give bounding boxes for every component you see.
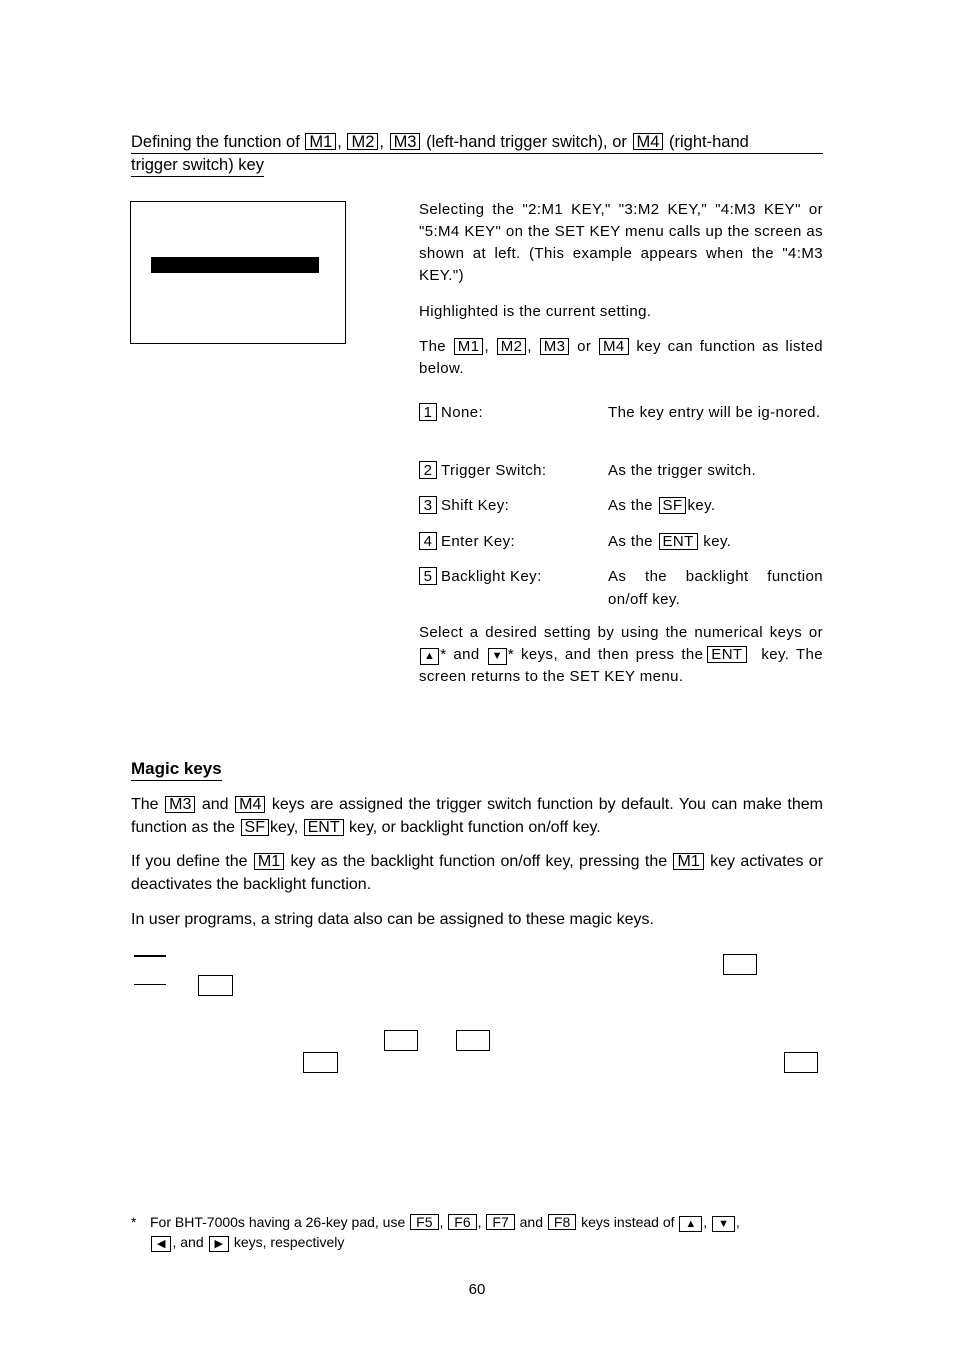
down-arrow-key-icon: ▼	[712, 1216, 735, 1232]
option-label: Backlight Key:	[441, 568, 542, 585]
option-desc: As the trigger switch.	[608, 462, 757, 479]
magic-paragraph-2: If you define the M1 key as the backligh…	[131, 851, 823, 896]
note-rule-thin	[134, 984, 166, 985]
text: key.	[703, 533, 732, 550]
screen-illustration	[130, 201, 346, 344]
select-paragraph: Select a desired setting by using the nu…	[419, 622, 823, 688]
blank-key-box	[384, 1030, 418, 1051]
up-arrow-key-icon: ▲	[420, 648, 440, 665]
option-number: 2	[419, 461, 437, 479]
text: If you define the	[131, 853, 248, 870]
option-label: Trigger Switch:	[441, 462, 547, 479]
up-arrow-key-icon: ▲	[679, 1216, 703, 1232]
text: or	[577, 338, 592, 355]
text: For BHT-7000s having a 26-key pad, use	[150, 1214, 406, 1230]
option-label: None:	[441, 404, 484, 421]
text: keys instead of	[581, 1214, 675, 1230]
key-f8: F8	[547, 1214, 577, 1230]
intro-text: Selecting the "2:M1 KEY," "3:M2 KEY," "4…	[419, 201, 823, 284]
key-ent: ENT	[658, 533, 698, 550]
key-m1: M1	[253, 853, 285, 870]
blank-key-box	[784, 1052, 818, 1073]
left-arrow-key-icon: ◀	[151, 1236, 172, 1252]
key-f5: F5	[410, 1214, 439, 1230]
key-m4: M4	[598, 338, 629, 355]
text: key as the backlight function on/off key…	[290, 853, 668, 870]
option-desc: As the ENT key.	[608, 530, 823, 553]
footnote-asterisk: *	[131, 1214, 137, 1230]
text: keys, respectively	[233, 1234, 345, 1250]
magic-paragraph-3: In user programs, a string data also can…	[131, 909, 823, 932]
option-label: Enter Key:	[441, 533, 516, 550]
option-desc: As the SF key.	[608, 494, 823, 517]
text: As the	[608, 533, 653, 550]
text: key,	[269, 818, 299, 836]
right-arrow-key-icon: ▶	[208, 1236, 229, 1252]
text: Select a desired setting by using the nu…	[419, 624, 823, 641]
blank-key-box	[198, 975, 233, 996]
key-m1: M1	[673, 853, 704, 870]
key-f6: F6	[448, 1214, 477, 1230]
key-m3: M3	[539, 338, 570, 355]
key-m2: M2	[347, 133, 379, 150]
title-mid: (left-hand trigger switch), or	[426, 133, 627, 151]
magic-keys-heading: Magic keys	[131, 758, 222, 781]
text: * keys, and then press the	[507, 646, 704, 663]
blank-key-box	[456, 1030, 490, 1051]
intro-text-2: Highlighted is the current setting.	[419, 303, 652, 320]
option-number: 3	[419, 496, 437, 514]
text: key.	[687, 497, 716, 514]
title-prefix: Defining the function of	[131, 133, 300, 151]
key-sf: SF	[240, 818, 269, 836]
text: key, or backlight function on/off key.	[349, 818, 601, 836]
key-m3: M3	[389, 133, 421, 150]
text: The	[131, 796, 159, 813]
title-suffix: (right-hand	[669, 133, 749, 151]
title-line2: trigger switch) key	[131, 154, 264, 177]
key-f7: F7	[486, 1214, 515, 1230]
text: , and	[172, 1234, 204, 1250]
text: As the	[608, 497, 653, 514]
key-m4: M4	[235, 796, 266, 813]
down-arrow-key-icon: ▼	[487, 648, 507, 665]
option-number: 1	[419, 403, 437, 421]
key-sf: SF	[658, 497, 687, 514]
note-rule-thick	[134, 955, 166, 957]
option-desc: As the backlight function on/off key.	[608, 568, 823, 608]
key-ent: ENT	[303, 818, 344, 836]
highlighted-setting-bar	[151, 257, 319, 273]
text: and	[519, 1214, 543, 1230]
key-m4: M4	[632, 133, 664, 150]
text: * and	[440, 646, 480, 663]
text: In user programs, a string data also can…	[131, 911, 654, 928]
option-desc: The key entry will be ig-nored.	[608, 404, 821, 421]
key-m1: M1	[453, 338, 484, 355]
key-m1: M1	[305, 133, 337, 150]
text: and	[201, 796, 229, 813]
key-m3: M3	[165, 796, 196, 813]
intro-paragraph-3: The M1, M2, M3 or M4 key can function as…	[419, 338, 823, 377]
text: The	[419, 338, 447, 355]
intro-paragraph-1: Selecting the "2:M1 KEY," "3:M2 KEY," "4…	[419, 199, 823, 287]
intro-paragraph-2: Highlighted is the current setting.	[419, 301, 823, 323]
key-m2: M2	[496, 338, 527, 355]
option-number: 4	[419, 532, 437, 550]
blank-key-box	[723, 954, 757, 975]
blank-key-box	[303, 1052, 338, 1073]
section-title: Defining the function of M1, M2, M3 (lef…	[131, 131, 823, 177]
option-number: 5	[419, 567, 437, 585]
page-number: 60	[468, 1281, 486, 1298]
magic-paragraph-1: The M3 and M4 keys are assigned the trig…	[131, 794, 823, 839]
option-label: Shift Key:	[441, 497, 510, 514]
key-ent: ENT	[707, 646, 747, 663]
